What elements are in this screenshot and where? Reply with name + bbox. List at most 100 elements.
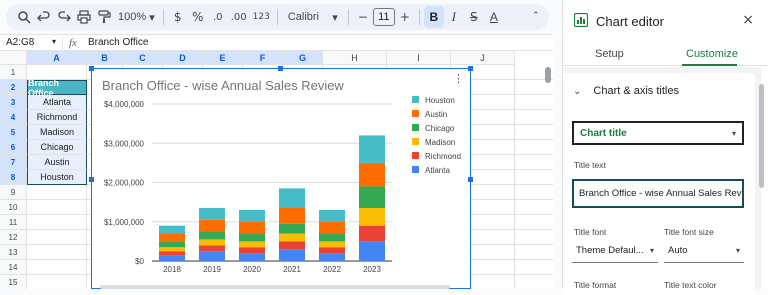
decrease-font-size-button[interactable]: − [353,6,373,28]
cell-branch[interactable]: Atlanta [27,95,87,110]
row-header-9[interactable]: 9 [0,185,27,200]
bar-segment-austin-2019[interactable] [199,219,225,232]
tab-customize[interactable]: Customize [686,48,738,60]
bar-segment-richmond-2021[interactable] [279,241,305,250]
select-all-corner[interactable] [0,51,27,65]
title-text-input[interactable]: Branch Office - wise Annual Sales Review [572,179,744,208]
cell-branch[interactable]: Chicago [27,140,87,155]
formula-input[interactable]: Branch Office [84,37,148,48]
column-header-h[interactable]: H [323,51,387,65]
bar-segment-richmond-2022[interactable] [319,247,345,254]
tab-setup[interactable]: Setup [595,48,624,60]
bar-segment-madison-2019[interactable] [199,239,225,246]
redo-icon[interactable] [54,6,74,28]
horizontal-scrollbar[interactable] [100,285,450,289]
row-header-4[interactable]: 4 [0,110,27,125]
row-header-6[interactable]: 6 [0,140,27,155]
bar-segment-austin-2021[interactable] [279,208,305,224]
row-header-7[interactable]: 7 [0,155,27,170]
row-header-10[interactable]: 10 [0,200,27,215]
increase-font-size-button[interactable]: + [395,6,415,28]
zoom-select[interactable]: 100% ▾ [114,6,159,28]
bar-segment-madison-2022[interactable] [319,241,345,248]
title-type-dropdown[interactable]: Chart title ▾ [572,121,744,145]
column-header-d[interactable]: D [163,51,203,65]
bar-segment-houston-2020[interactable] [239,209,265,222]
italic-button[interactable]: I [444,6,464,28]
row-header-14[interactable]: 14 [0,260,27,275]
bar-segment-austin-2022[interactable] [319,221,345,234]
cell-branch[interactable]: Madison [27,125,87,140]
bar-segment-atlanta-2019[interactable] [199,251,225,261]
bar-segment-atlanta-2022[interactable] [319,253,345,261]
bar-segment-atlanta-2021[interactable] [279,249,305,261]
cell-branch[interactable]: Houston [27,170,87,185]
bar-segment-chicago-2021[interactable] [279,223,305,234]
section-header[interactable]: ⌄ Chart & axis titles [573,85,679,97]
bar-segment-chicago-2022[interactable] [319,233,345,242]
bar-segment-madison-2018[interactable] [159,247,185,252]
strikethrough-button[interactable]: S [464,6,484,28]
column-header-c[interactable]: C [123,51,163,65]
number-format-button[interactable]: 123 [250,6,273,28]
chart-object[interactable]: Branch Office - wise Annual Sales Review… [91,68,471,289]
bar-segment-chicago-2023[interactable] [359,186,385,209]
title-font-size-select[interactable]: Auto ▾ [664,239,744,263]
print-icon[interactable] [74,6,94,28]
bar-segment-chicago-2019[interactable] [199,231,225,240]
bar-segment-houston-2022[interactable] [319,209,345,222]
name-box[interactable]: A2:G8 ▾ [0,37,62,48]
cell-branch[interactable]: Austin [27,155,87,170]
font-family-select[interactable]: Calibri ▾ [282,11,344,24]
row-header-2[interactable]: 2 [0,80,27,95]
chart-menu-icon[interactable]: ⋮ [453,72,464,85]
column-header-i[interactable]: I [387,51,451,65]
resize-handle[interactable] [89,66,94,71]
row-header-11[interactable]: 11 [0,215,27,230]
bar-segment-richmond-2020[interactable] [239,247,265,254]
column-header-f[interactable]: F [243,51,283,65]
undo-icon[interactable] [34,6,54,28]
resize-handle[interactable] [468,66,473,71]
decrease-decimal-button[interactable]: .0 [208,6,228,28]
cell-header-branch-office[interactable]: Branch Office [27,78,87,98]
bar-segment-richmond-2023[interactable] [359,225,385,242]
resize-handle[interactable] [468,177,473,182]
bar-segment-atlanta-2018[interactable] [159,255,185,261]
row-header-5[interactable]: 5 [0,125,27,140]
text-color-button[interactable]: A [484,6,504,28]
font-size-input[interactable]: 11 [372,8,395,26]
column-header-g[interactable]: G [283,51,323,65]
paint-format-icon[interactable] [94,6,114,28]
row-header-15[interactable]: 15 [0,275,27,289]
bar-segment-madison-2020[interactable] [239,241,265,248]
bar-segment-austin-2023[interactable] [359,162,385,187]
row-header-12[interactable]: 12 [0,230,27,245]
currency-format-button[interactable]: $ [168,6,188,28]
bar-segment-chicago-2020[interactable] [239,233,265,242]
bar-segment-madison-2023[interactable] [359,208,385,226]
bar-segment-richmond-2018[interactable] [159,251,185,256]
title-font-select[interactable]: Theme Defaul... ▾ [572,239,658,263]
vertical-scrollbar[interactable] [545,67,551,83]
increase-decimal-button[interactable]: .00 [228,6,250,28]
bar-segment-richmond-2019[interactable] [199,245,225,252]
cell-branch[interactable]: Richmond [27,110,87,125]
percent-format-button[interactable]: % [188,6,208,28]
panel-scrollbar[interactable] [759,84,764,188]
bar-segment-atlanta-2023[interactable] [359,241,385,261]
row-header-3[interactable]: 3 [0,95,27,110]
bar-segment-houston-2019[interactable] [199,208,225,220]
search-icon[interactable] [14,6,34,28]
close-icon[interactable]: × [742,12,754,28]
bar-segment-atlanta-2020[interactable] [239,253,265,261]
bar-segment-madison-2021[interactable] [279,233,305,242]
bar-segment-austin-2020[interactable] [239,221,265,234]
spreadsheet-grid[interactable]: ABCDEFGHIJ 1 2 3 4 5 6 7 8 9 10 11 12 13 14 15 Branch … [0,51,553,289]
row-header-1[interactable]: 1 [0,65,27,80]
resize-handle[interactable] [89,177,94,182]
column-header-j[interactable]: J [451,51,515,65]
bar-segment-austin-2018[interactable] [159,233,185,242]
row-header-8[interactable]: 8 [0,170,27,185]
resize-handle[interactable] [278,66,283,71]
